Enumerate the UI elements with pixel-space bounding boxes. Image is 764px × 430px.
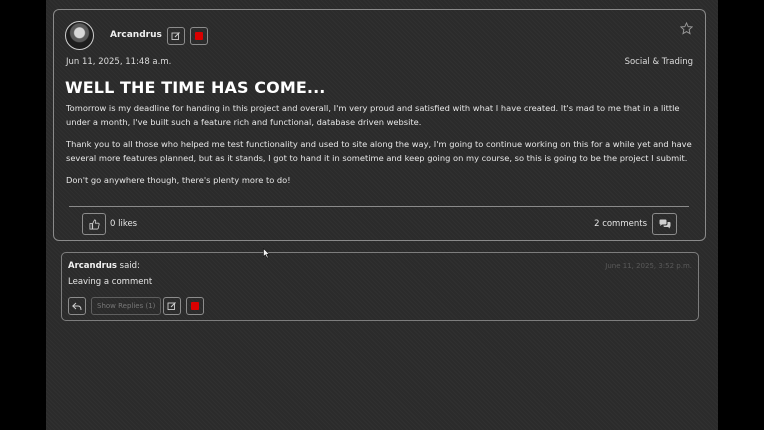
cursor-icon <box>263 248 270 259</box>
page: Arcandrus Jun 11, 2025, 11:48 a.m. Socia… <box>46 0 718 430</box>
avatar <box>65 21 94 50</box>
comment-time: June 11, 2025, 3:52 p.m. <box>605 262 692 270</box>
delete-icon <box>191 302 199 310</box>
comment-text: Leaving a comment <box>68 277 153 287</box>
star-icon[interactable] <box>680 22 693 35</box>
thumbs-up-icon <box>89 219 100 229</box>
post-category[interactable]: Social & Trading <box>625 57 693 67</box>
reply-icon <box>72 302 82 310</box>
edit-icon <box>171 32 180 40</box>
divider <box>69 206 689 207</box>
post-body: Tomorrow is my deadline for handing in t… <box>66 101 694 195</box>
comment-said: said: <box>116 261 140 271</box>
post-paragraph: Don't go anywhere though, there's plenty… <box>66 175 291 185</box>
edit-icon <box>167 302 176 310</box>
post-date: Jun 11, 2025, 11:48 a.m. <box>66 57 172 67</box>
comment-author-line: Arcandrus said: <box>68 261 140 271</box>
post-paragraph: Thank you to all those who helped me tes… <box>66 139 692 163</box>
post-card: Arcandrus Jun 11, 2025, 11:48 a.m. Socia… <box>53 9 706 241</box>
comment-card: Arcandrus said: June 11, 2025, 3:52 p.m.… <box>61 252 699 321</box>
reply-button[interactable] <box>68 297 86 315</box>
like-button[interactable] <box>82 213 106 235</box>
likes-count: 0 likes <box>110 219 138 229</box>
comments-count: 2 comments <box>594 219 647 229</box>
show-replies-button[interactable]: Show Replies (1) <box>91 297 162 315</box>
post-author[interactable]: Arcandrus <box>110 30 162 40</box>
edit-post-button[interactable] <box>167 27 185 45</box>
delete-post-button[interactable] <box>190 27 208 45</box>
delete-comment-button[interactable] <box>186 297 204 315</box>
comment-author[interactable]: Arcandrus <box>68 261 117 271</box>
edit-comment-button[interactable] <box>163 297 181 315</box>
post-paragraph: Tomorrow is my deadline for handing in t… <box>66 103 680 127</box>
comments-button[interactable] <box>652 213 677 235</box>
post-title: WELL THE TIME HAS COME... <box>65 78 326 97</box>
delete-icon <box>195 32 203 40</box>
comments-icon <box>659 219 670 228</box>
